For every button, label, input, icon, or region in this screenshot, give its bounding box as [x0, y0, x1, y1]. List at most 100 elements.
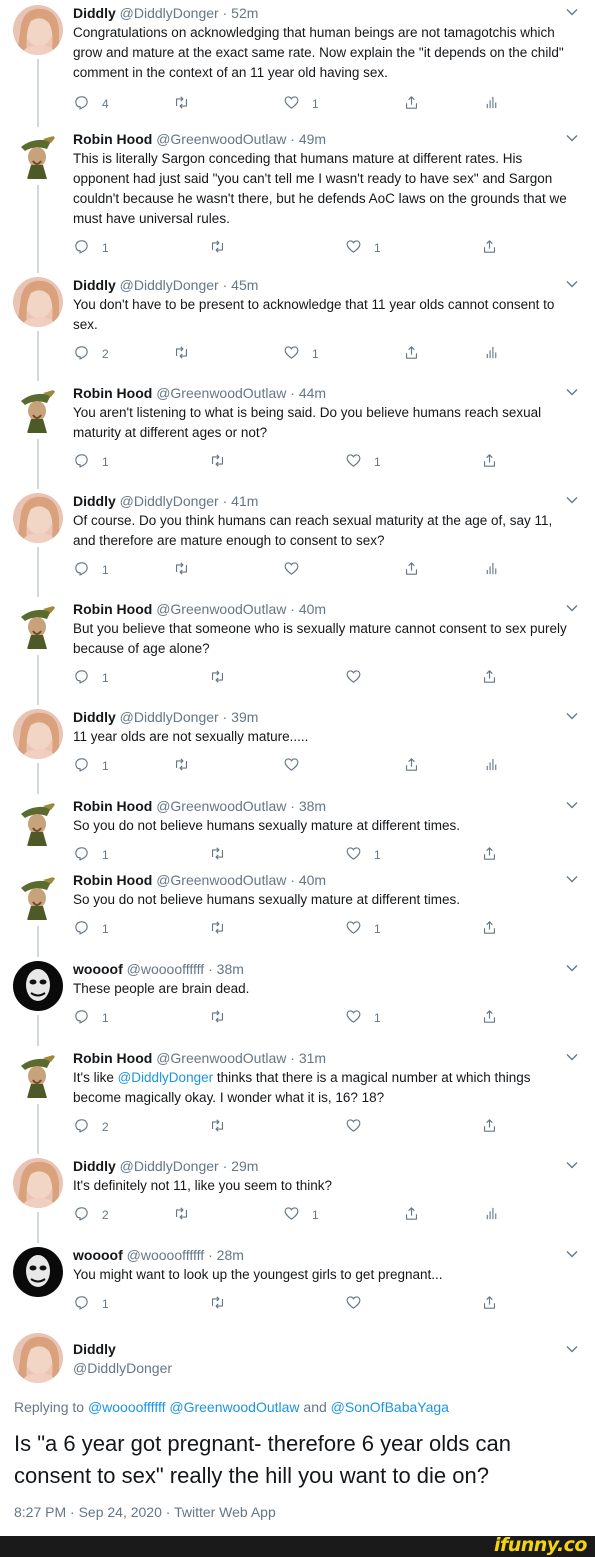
- tweet-time[interactable]: 49m: [299, 131, 326, 147]
- author-name[interactable]: Robin Hood: [73, 131, 152, 147]
- like-button[interactable]: 1: [283, 95, 319, 113]
- retweet-button[interactable]: [209, 669, 226, 687]
- share-button[interactable]: [481, 453, 498, 471]
- reply-button[interactable]: 1: [73, 453, 109, 471]
- avatar[interactable]: [13, 1333, 63, 1383]
- avatar[interactable]: [13, 798, 63, 848]
- tweet-time[interactable]: 28m: [217, 1247, 244, 1263]
- chevron-down-icon[interactable]: [565, 493, 579, 507]
- reply-button[interactable]: 1: [73, 239, 109, 257]
- share-button[interactable]: [403, 757, 420, 775]
- share-button[interactable]: [403, 561, 420, 579]
- like-button[interactable]: 1: [345, 453, 381, 471]
- avatar[interactable]: [13, 709, 63, 759]
- share-button[interactable]: [481, 920, 498, 938]
- chevron-down-icon[interactable]: [565, 709, 579, 723]
- reply-button[interactable]: 4: [73, 95, 109, 113]
- like-button[interactable]: [345, 1295, 374, 1313]
- reply-button[interactable]: 2: [73, 1206, 109, 1224]
- tweet-time[interactable]: 40m: [299, 601, 326, 617]
- author-name[interactable]: Robin Hood: [73, 1050, 152, 1066]
- tweet[interactable]: Diddly @DiddlyDonger · 41m Of course. Do …: [0, 491, 595, 599]
- author-name[interactable]: Diddly: [73, 277, 116, 293]
- author-handle[interactable]: @GreenwoodOutlaw: [156, 798, 286, 814]
- tweet-time[interactable]: 44m: [299, 385, 326, 401]
- retweet-button[interactable]: [209, 453, 226, 471]
- share-button[interactable]: [481, 239, 498, 257]
- author-name[interactable]: Diddly: [73, 5, 116, 21]
- retweet-button[interactable]: [209, 1295, 226, 1313]
- tweet[interactable]: Robin Hood @GreenwoodOutlaw · 49m This is…: [0, 129, 595, 275]
- share-button[interactable]: [481, 846, 498, 864]
- retweet-button[interactable]: [173, 561, 190, 579]
- author-handle[interactable]: @GreenwoodOutlaw: [156, 1050, 286, 1066]
- tweet[interactable]: woooof @wooooffffff · 28m You might want …: [0, 1245, 595, 1345]
- analytics-button[interactable]: [483, 757, 500, 775]
- share-button[interactable]: [481, 669, 498, 687]
- tweet-time[interactable]: 45m: [231, 277, 258, 293]
- chevron-down-icon[interactable]: [565, 1247, 579, 1261]
- author-handle[interactable]: @GreenwoodOutlaw: [156, 131, 286, 147]
- retweet-button[interactable]: [209, 1118, 226, 1136]
- tweet[interactable]: Robin Hood @GreenwoodOutlaw · 40m So you …: [0, 870, 595, 959]
- retweet-button[interactable]: [209, 239, 226, 257]
- retweet-button[interactable]: [173, 95, 190, 113]
- analytics-button[interactable]: [483, 1206, 500, 1224]
- reply-button[interactable]: 1: [73, 1009, 109, 1027]
- tweet[interactable]: Diddly @DiddlyDonger · 52m Congratulation…: [0, 3, 595, 129]
- tweet[interactable]: Robin Hood @GreenwoodOutlaw · 40m But you…: [0, 599, 595, 707]
- retweet-button[interactable]: [209, 846, 226, 864]
- retweet-button[interactable]: [173, 1206, 190, 1224]
- reply-button[interactable]: 1: [73, 757, 109, 775]
- chevron-down-icon[interactable]: [565, 601, 579, 615]
- avatar[interactable]: [13, 493, 63, 543]
- author-name[interactable]: Diddly: [73, 1158, 116, 1174]
- author-handle[interactable]: @DiddlyDonger: [73, 1358, 172, 1378]
- share-button[interactable]: [481, 1009, 498, 1027]
- reply-button[interactable]: 2: [73, 1118, 109, 1136]
- retweet-button[interactable]: [173, 345, 190, 363]
- reply-button[interactable]: 1: [73, 920, 109, 938]
- tweet[interactable]: Robin Hood @GreenwoodOutlaw · 44m You are…: [0, 383, 595, 491]
- share-button[interactable]: [403, 1206, 420, 1224]
- avatar[interactable]: [13, 601, 63, 651]
- chevron-down-icon[interactable]: [565, 1342, 579, 1356]
- like-button[interactable]: 1: [283, 1206, 319, 1224]
- retweet-button[interactable]: [173, 757, 190, 775]
- replying-mentions[interactable]: @wooooffffff @GreenwoodOutlaw: [88, 1399, 300, 1415]
- reply-button[interactable]: 1: [73, 1295, 109, 1313]
- author-name[interactable]: Diddly: [73, 709, 116, 725]
- tweet-time[interactable]: 39m: [231, 709, 258, 725]
- chevron-down-icon[interactable]: [565, 277, 579, 291]
- like-button[interactable]: [283, 757, 312, 775]
- avatar[interactable]: [13, 131, 63, 181]
- author-name[interactable]: Robin Hood: [73, 385, 152, 401]
- tweet-time[interactable]: 38m: [217, 961, 244, 977]
- tweet-time[interactable]: 52m: [231, 5, 258, 21]
- like-button[interactable]: 1: [283, 345, 319, 363]
- chevron-down-icon[interactable]: [565, 1050, 579, 1064]
- share-button[interactable]: [403, 345, 420, 363]
- author-handle[interactable]: @GreenwoodOutlaw: [156, 872, 286, 888]
- like-button[interactable]: 1: [345, 920, 381, 938]
- reply-button[interactable]: 1: [73, 669, 109, 687]
- tweet[interactable]: woooof @wooooffffff · 38m These people ar…: [0, 959, 595, 1048]
- author-name[interactable]: Diddly: [73, 493, 116, 509]
- tweet[interactable]: Diddly @DiddlyDonger · 39m 11 year olds a…: [0, 707, 595, 796]
- chevron-down-icon[interactable]: [565, 131, 579, 145]
- reply-button[interactable]: 1: [73, 561, 109, 579]
- avatar[interactable]: [13, 1247, 63, 1297]
- tweet-time[interactable]: 29m: [231, 1158, 258, 1174]
- mention-link[interactable]: @DiddlyDonger: [118, 1070, 214, 1085]
- retweet-button[interactable]: [209, 1009, 226, 1027]
- tweet-time[interactable]: 31m: [299, 1050, 326, 1066]
- author-handle[interactable]: @DiddlyDonger: [120, 709, 219, 725]
- chevron-down-icon[interactable]: [565, 798, 579, 812]
- like-button[interactable]: [283, 561, 312, 579]
- like-button[interactable]: [345, 1118, 374, 1136]
- chevron-down-icon[interactable]: [565, 961, 579, 975]
- replying-mention-last[interactable]: @SonOfBabaYaga: [331, 1399, 449, 1415]
- author-name[interactable]: woooof: [73, 961, 123, 977]
- author-name[interactable]: Robin Hood: [73, 798, 152, 814]
- tweet-time[interactable]: 40m: [299, 872, 326, 888]
